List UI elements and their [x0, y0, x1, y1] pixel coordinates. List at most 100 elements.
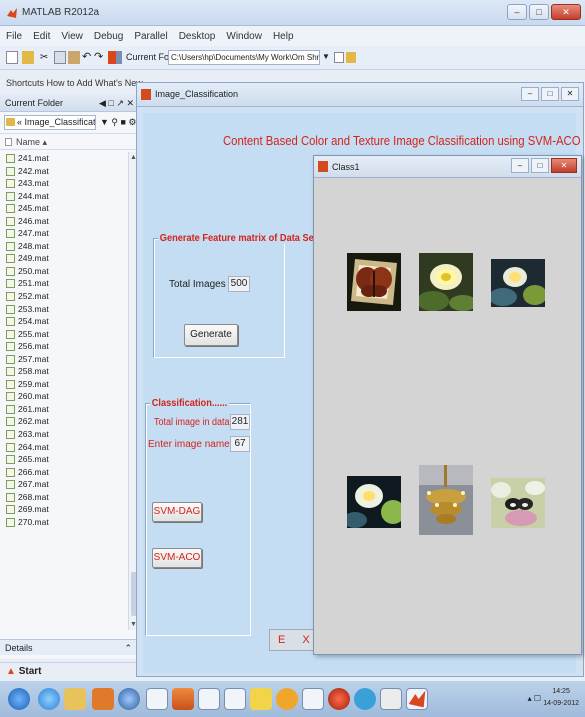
- menu-parallel[interactable]: Parallel: [134, 31, 167, 42]
- notepad-icon[interactable]: [198, 688, 220, 710]
- file-list-item[interactable]: 253.mat: [0, 303, 128, 316]
- image-name-input[interactable]: 67: [230, 436, 250, 452]
- file-list-item[interactable]: 243.mat: [0, 177, 128, 190]
- menu-file[interactable]: File: [6, 31, 22, 42]
- class1-minimize-button[interactable]: –: [511, 158, 529, 173]
- file-list-item[interactable]: 261.mat: [0, 403, 128, 416]
- close-button[interactable]: ✕: [551, 4, 581, 20]
- file-list-item[interactable]: 252.mat: [0, 290, 128, 303]
- folder-up-icon[interactable]: [346, 52, 356, 63]
- file-list-item[interactable]: 270.mat: [0, 516, 128, 529]
- chevron-down-icon[interactable]: ▼: [322, 52, 330, 61]
- file-list-item[interactable]: 255.mat: [0, 328, 128, 341]
- class1-maximize-button[interactable]: □: [531, 158, 549, 173]
- menu-help[interactable]: Help: [273, 31, 294, 42]
- mat-file-icon: [6, 329, 15, 339]
- file-list-item[interactable]: 242.mat: [0, 165, 128, 178]
- tray-icons[interactable]: ▴ ☐: [528, 694, 541, 703]
- browser-icon[interactable]: [354, 688, 376, 710]
- file-list-item[interactable]: 269.mat: [0, 503, 128, 516]
- file-list-item[interactable]: 245.mat: [0, 202, 128, 215]
- menu-debug[interactable]: Debug: [94, 31, 123, 42]
- file-list-item[interactable]: 244.mat: [0, 190, 128, 203]
- class1-close-button[interactable]: ✕: [551, 158, 577, 173]
- svm-aco-button[interactable]: SVM-ACO: [152, 548, 202, 568]
- file-list-item[interactable]: 249.mat: [0, 252, 128, 265]
- current-folder-input[interactable]: C:\Users\hp\Documents\My Work\Om Shri Sa…: [168, 50, 320, 65]
- browse-icon[interactable]: [334, 52, 344, 63]
- total-image-dataset-field[interactable]: 281: [230, 414, 250, 430]
- figure-close-button[interactable]: ✕: [561, 87, 579, 101]
- details-bar[interactable]: Details ⌃: [0, 639, 140, 655]
- maximize-button[interactable]: □: [529, 4, 549, 20]
- matlab-taskbar-icon[interactable]: [406, 688, 428, 710]
- file-list-item[interactable]: 260.mat: [0, 390, 128, 403]
- file-list-item[interactable]: 246.mat: [0, 215, 128, 228]
- cut-icon[interactable]: ✂: [40, 51, 52, 64]
- start-button[interactable]: ▲ Start: [0, 662, 140, 680]
- name-column-header[interactable]: Name ▴: [0, 134, 139, 150]
- undo-icon[interactable]: ↶: [82, 51, 94, 64]
- file-name: 263.mat: [18, 429, 49, 440]
- menu-view[interactable]: View: [61, 31, 83, 42]
- file-list-item[interactable]: 262.mat: [0, 415, 128, 428]
- mat-file-icon: [6, 404, 15, 414]
- search-icon[interactable]: ▼ ⚲ ■ ⚙: [100, 117, 137, 128]
- copy-icon[interactable]: [54, 51, 66, 64]
- file-list-item[interactable]: 265.mat: [0, 453, 128, 466]
- calculator-icon[interactable]: [380, 688, 402, 710]
- folder-path-box[interactable]: « Image_Classification ▸: [4, 115, 96, 130]
- panel-controls[interactable]: ◀ □ ↗ ✕: [99, 94, 134, 112]
- open-folder-icon[interactable]: [22, 51, 34, 64]
- menu-desktop[interactable]: Desktop: [179, 31, 216, 42]
- text-editor-icon[interactable]: [302, 688, 324, 710]
- file-list-item[interactable]: 251.mat: [0, 277, 128, 290]
- file-list-item[interactable]: 247.mat: [0, 227, 128, 240]
- select-all-checkbox[interactable]: [5, 138, 12, 146]
- windows-start-icon[interactable]: [8, 688, 30, 710]
- file-list-item[interactable]: 268.mat: [0, 491, 128, 504]
- shortcuts-bar[interactable]: Shortcuts How to Add What's New: [0, 74, 143, 92]
- notepad-icon-2[interactable]: [224, 688, 246, 710]
- file-list-item[interactable]: 266.mat: [0, 466, 128, 479]
- figure-minimize-button[interactable]: –: [521, 87, 539, 101]
- file-list-item[interactable]: 256.mat: [0, 340, 128, 353]
- new-file-icon[interactable]: [6, 51, 18, 64]
- menu-window[interactable]: Window: [226, 31, 262, 42]
- file-name: 258.mat: [18, 366, 49, 377]
- vlc-icon[interactable]: [172, 688, 194, 710]
- file-list-item[interactable]: 259.mat: [0, 378, 128, 391]
- file-list-item[interactable]: 264.mat: [0, 441, 128, 454]
- file-name: 251.mat: [18, 278, 49, 289]
- minimize-button[interactable]: –: [507, 4, 527, 20]
- file-list-item[interactable]: 241.mat: [0, 152, 128, 165]
- mat-file-icon: [6, 254, 15, 264]
- chevron-up-icon[interactable]: ⌃: [124, 640, 132, 656]
- file-list-item[interactable]: 267.mat: [0, 478, 128, 491]
- total-images-field[interactable]: 500: [228, 276, 250, 292]
- chrome-icon[interactable]: [118, 688, 140, 710]
- file-explorer-icon[interactable]: [64, 688, 86, 710]
- system-clock[interactable]: 14:25 14-09-2012: [543, 686, 579, 710]
- file-list-item[interactable]: 254.mat: [0, 315, 128, 328]
- paste-icon[interactable]: [68, 51, 80, 64]
- guide-icon[interactable]: [116, 51, 122, 64]
- app-icon-lightning[interactable]: [250, 688, 272, 710]
- file-list-item[interactable]: 258.mat: [0, 365, 128, 378]
- mat-file-icon: [6, 455, 15, 465]
- file-list-item[interactable]: 257.mat: [0, 353, 128, 366]
- internet-explorer-icon[interactable]: [38, 688, 60, 710]
- document-icon[interactable]: [146, 688, 168, 710]
- generate-button[interactable]: Generate: [184, 324, 238, 346]
- media-player-icon[interactable]: [92, 688, 114, 710]
- file-name: 261.mat: [18, 403, 49, 414]
- opera-icon[interactable]: [328, 688, 350, 710]
- app-icon-orange[interactable]: [276, 688, 298, 710]
- menu-edit[interactable]: Edit: [33, 31, 50, 42]
- svm-dag-button[interactable]: SVM-DAG: [152, 502, 202, 522]
- figure-maximize-button[interactable]: □: [541, 87, 559, 101]
- file-list-item[interactable]: 248.mat: [0, 240, 128, 253]
- file-list-item[interactable]: 263.mat: [0, 428, 128, 441]
- file-list-item[interactable]: 250.mat: [0, 265, 128, 278]
- redo-icon[interactable]: ↷: [94, 51, 106, 64]
